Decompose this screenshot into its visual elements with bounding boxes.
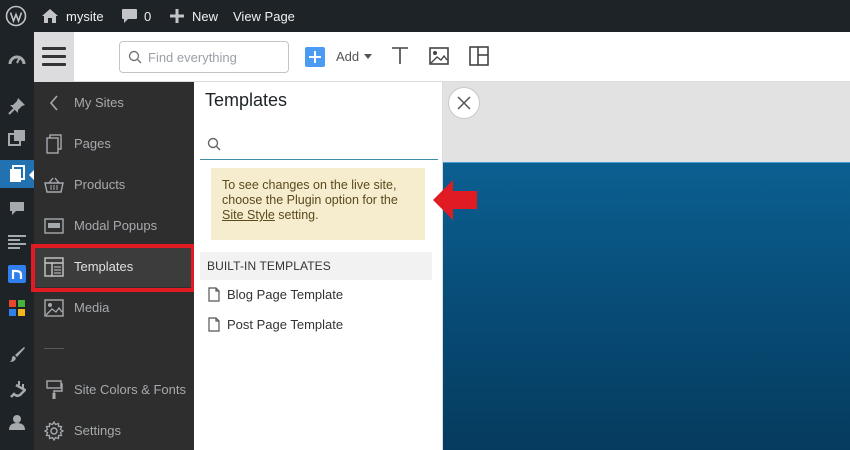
gear-icon	[34, 420, 74, 441]
hamburger-menu-button[interactable]	[34, 32, 74, 81]
sidebar-item-label: Products	[74, 177, 126, 192]
document-icon	[208, 317, 220, 332]
comments-icon[interactable]	[0, 194, 34, 222]
sidebar-item-modal-popups[interactable]: Modal Popups	[34, 205, 194, 246]
notice-tail: setting.	[274, 208, 319, 222]
dashboard-icon[interactable]	[0, 46, 34, 74]
palette-icon	[34, 379, 74, 400]
add-dropdown[interactable]: Add	[336, 49, 373, 64]
image-icon	[34, 298, 74, 317]
template-item-blog[interactable]: Blog Page Template	[208, 287, 343, 302]
live-site-notice: To see changes on the live site, choose …	[211, 168, 425, 240]
image-tool-icon[interactable]	[427, 44, 451, 68]
home-icon[interactable]	[41, 0, 59, 32]
sidebar-item-label: My Sites	[74, 95, 124, 110]
pin-icon[interactable]	[0, 92, 34, 120]
new-link[interactable]: New	[192, 0, 218, 32]
plugin-icon[interactable]	[0, 375, 34, 403]
site-name-link[interactable]: mysite	[66, 0, 104, 32]
admin-menu-rail	[0, 32, 34, 450]
notice-line-2: choose the Plugin option for the	[222, 193, 398, 207]
site-style-link[interactable]: Site Style	[222, 208, 275, 222]
sidebar-item-products[interactable]: Products	[34, 164, 194, 205]
n-logo-icon[interactable]	[0, 260, 34, 288]
popup-icon	[34, 217, 74, 234]
sidebar-item-media[interactable]: Media	[34, 287, 194, 328]
sidebar-item-label: Settings	[74, 423, 121, 438]
builtin-templates-header: BUILT-IN TEMPLATES	[200, 252, 432, 280]
template-label: Post Page Template	[227, 317, 344, 332]
comments-icon[interactable]	[121, 0, 138, 32]
preview-hero-section[interactable]	[443, 162, 850, 450]
wordpress-logo-icon[interactable]	[5, 0, 27, 32]
search-icon	[128, 50, 142, 64]
text-tool-icon[interactable]	[388, 44, 412, 68]
template-item-post[interactable]: Post Page Template	[208, 317, 343, 332]
close-icon	[457, 96, 471, 110]
templates-search-input[interactable]	[227, 136, 427, 152]
sidebar-item-my-sites[interactable]: My Sites	[34, 82, 194, 123]
pages-icon[interactable]	[0, 160, 34, 188]
sidebar-item-pages[interactable]: Pages	[34, 123, 194, 164]
pages-icon	[34, 133, 74, 154]
close-panel-button[interactable]	[448, 87, 480, 119]
find-everything-search[interactable]	[119, 41, 289, 73]
add-label: Add	[336, 49, 360, 64]
media-icon[interactable]	[0, 124, 34, 152]
sidebar-item-label: Pages	[74, 136, 111, 151]
notice-line-3: Site Style setting.	[222, 208, 425, 223]
view-page-link[interactable]: View Page	[233, 0, 295, 32]
grid-icon[interactable]	[0, 294, 34, 322]
red-arrow-annotation-icon	[432, 179, 478, 226]
format-icon[interactable]	[0, 228, 34, 256]
templates-search[interactable]	[200, 129, 438, 160]
notice-line-1: To see changes on the live site,	[222, 178, 397, 192]
template-label: Blog Page Template	[227, 287, 344, 302]
templates-highlight-box	[31, 244, 195, 292]
chevron-left-icon	[34, 94, 74, 111]
sidebar-item-site-colors-fonts[interactable]: Site Colors & Fonts	[34, 369, 194, 410]
basket-icon	[34, 177, 74, 193]
editor-toolbar: Add	[34, 32, 850, 82]
sidebar-item-label: Site Colors & Fonts	[74, 382, 186, 397]
comments-count[interactable]: 0	[144, 0, 151, 32]
plus-icon[interactable]	[170, 0, 184, 32]
brush-icon[interactable]	[0, 341, 34, 369]
admin-bar: mysite 0 New View Page	[0, 0, 850, 32]
templates-panel: Templates To see changes on the live sit…	[194, 82, 443, 450]
search-icon	[207, 137, 221, 151]
page-preview[interactable]	[443, 82, 850, 450]
plus-icon	[309, 51, 321, 63]
layout-tool-icon[interactable]	[467, 44, 491, 68]
sidebar-item-label: Media	[74, 300, 110, 315]
sidebar-item-settings[interactable]: Settings	[34, 410, 194, 450]
user-icon[interactable]	[0, 408, 34, 436]
sidebar-divider	[44, 348, 64, 349]
sidebar-item-label: Modal Popups	[74, 218, 158, 233]
document-icon	[208, 287, 220, 302]
panel-title: Templates	[205, 90, 288, 110]
add-button[interactable]	[305, 47, 325, 67]
caret-down-icon	[364, 54, 373, 59]
search-input[interactable]	[148, 49, 283, 65]
